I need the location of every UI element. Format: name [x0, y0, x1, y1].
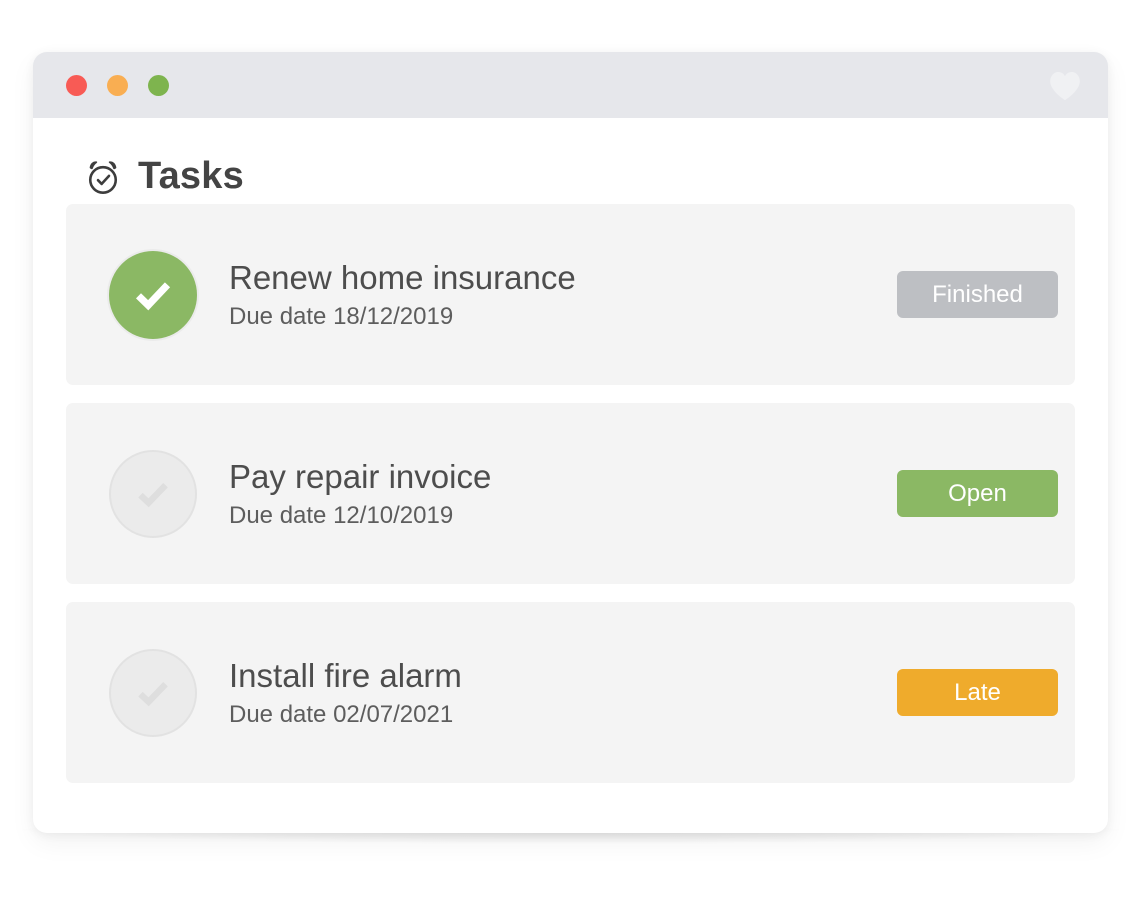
heart-icon [1050, 71, 1080, 100]
page-header: Tasks [49, 118, 1092, 204]
status-badge[interactable]: Late [897, 669, 1058, 716]
minimize-button[interactable] [107, 74, 128, 96]
check-icon [138, 482, 168, 507]
page-title: Tasks [138, 155, 244, 197]
status-badge[interactable]: Finished [897, 271, 1058, 318]
app-root: Tasks Renew home insurance Due date 18/1… [0, 0, 1140, 900]
task-row[interactable]: Pay repair invoice Due date 12/10/2019 O… [66, 403, 1075, 584]
check-icon [135, 281, 171, 310]
task-due-date: Due date 12/10/2019 [229, 501, 454, 529]
task-title: Renew home insurance [229, 258, 576, 296]
maximize-button[interactable] [148, 74, 169, 96]
task-title: Pay repair invoice [229, 457, 492, 495]
task-text-block: Install fire alarm Due date 02/07/2021 [229, 657, 897, 729]
task-row[interactable]: Install fire alarm Due date 02/07/2021 L… [66, 602, 1075, 783]
task-complete-toggle[interactable] [109, 648, 197, 737]
window-controls [66, 74, 169, 96]
task-due-date: Due date 18/12/2019 [229, 302, 454, 330]
status-badge[interactable]: Open [897, 470, 1058, 517]
task-text-block: Renew home insurance Due date 18/12/2019 [229, 259, 897, 331]
window-content: Tasks Renew home insurance Due date 18/1… [33, 118, 1108, 833]
alarm-clock-check-icon [88, 161, 118, 194]
task-list: Renew home insurance Due date 18/12/2019… [49, 204, 1092, 783]
task-complete-toggle[interactable] [109, 449, 197, 538]
task-row[interactable]: Renew home insurance Due date 18/12/2019… [66, 204, 1075, 385]
app-window: Tasks Renew home insurance Due date 18/1… [33, 52, 1108, 833]
window-titlebar [33, 52, 1108, 118]
task-title: Install fire alarm [229, 656, 462, 694]
task-due-date: Due date 02/07/2021 [229, 700, 454, 728]
check-icon [138, 681, 168, 706]
favorite-button[interactable] [1048, 70, 1082, 101]
task-complete-toggle[interactable] [109, 250, 197, 339]
close-button[interactable] [66, 74, 87, 96]
task-text-block: Pay repair invoice Due date 12/10/2019 [229, 458, 897, 530]
